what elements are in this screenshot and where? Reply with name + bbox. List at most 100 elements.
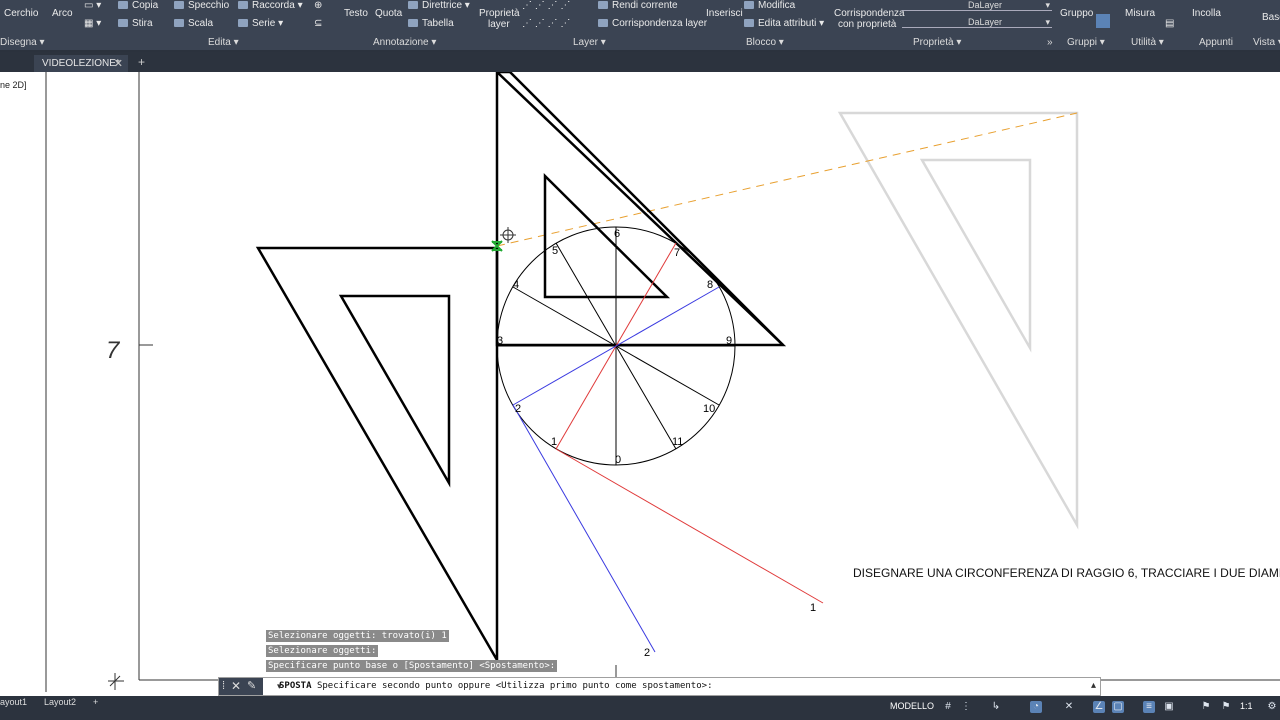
clipboard-panel-label[interactable]: Appunti (1199, 37, 1233, 48)
layer-match-icon (598, 19, 608, 28)
tab-layout1[interactable]: ayout1 (0, 697, 27, 707)
linetype-dropdown[interactable]: DaLayer ▾ (902, 17, 1052, 28)
edit-block-button[interactable]: Modifica (744, 0, 795, 11)
insert-block-tool[interactable]: Inserisci (706, 8, 743, 19)
paste-tool[interactable]: Incolla (1192, 8, 1221, 19)
command-line[interactable]: ⁞ ✕ ✎ ▾ SPOSTA Specificare secondo punto… (218, 677, 1101, 696)
blue-extension (512, 404, 656, 653)
scale-button[interactable]: Scala (174, 18, 213, 29)
draw-panel-label[interactable]: Disegna ▾ (0, 37, 45, 48)
snap-icon[interactable]: ⋮ (960, 701, 972, 713)
command-name: SPOSTA (279, 681, 312, 691)
text-tool[interactable]: Testo (344, 8, 368, 19)
isodraft-icon[interactable]: ✕ (1063, 701, 1075, 713)
number-8: 8 (707, 279, 713, 291)
arc-tool[interactable]: Arco (52, 8, 73, 19)
command-prompt-text: Specificare secondo punto oppure <Utiliz… (316, 681, 713, 691)
infer-icon[interactable]: ↳ (990, 701, 1002, 713)
view-panel-label[interactable]: Vista ▾ (1253, 37, 1280, 48)
number-5: 5 (552, 245, 558, 257)
close-icon[interactable]: ✕ (231, 679, 241, 693)
history-toggle-icon[interactable]: ▴ (1091, 680, 1096, 691)
table-icon (408, 19, 418, 28)
scale-dropdown[interactable]: 1:1 (1240, 701, 1253, 711)
ucs-icon (108, 673, 124, 690)
match-properties-2[interactable]: con proprietà (838, 19, 896, 30)
number-3: 3 (497, 335, 503, 347)
annotation-visibility-icon[interactable]: ⚑ (1200, 701, 1212, 713)
edit-attributes-button[interactable]: Edita attributi ▾ (744, 18, 824, 29)
add-layout-button[interactable]: + (93, 697, 98, 707)
modify-panel-label[interactable]: Edita ▾ (208, 37, 239, 48)
make-current-button[interactable]: Rendi corrente (598, 0, 678, 11)
erase-icon[interactable]: ⊕ (314, 0, 322, 11)
right-square-inner[interactable] (543, 172, 671, 299)
tab-layout2[interactable]: Layout2 (44, 697, 76, 707)
drawing-svg: 7 0 1 2 3 4 5 6 7 8 9 10 11 1 2 DISEGNAR… (45, 69, 1280, 692)
autoscale-icon[interactable]: ⚑ (1220, 701, 1232, 713)
viewport-label[interactable]: ne 2D] (0, 80, 27, 90)
move-cursor-icon (500, 227, 516, 243)
layer-tools-row2[interactable]: ⋰ ⋰ ⋰ ⋰ (522, 18, 570, 29)
layer-panel-label[interactable]: Layer ▾ (573, 37, 606, 48)
number-11: 11 (672, 436, 683, 448)
array-button[interactable]: Serie ▾ (238, 18, 283, 29)
group-tool[interactable]: Gruppo (1060, 8, 1093, 19)
properties-launcher-icon[interactable]: » (1047, 37, 1053, 48)
left-square-outer[interactable] (255, 246, 499, 665)
fillet-button[interactable]: Raccorda ▾ (238, 0, 303, 11)
scale-icon (174, 19, 184, 28)
ribbon: Cerchio Arco ▭ ▾ ▦ ▾ Disegna ▾ Copia Sti… (0, 0, 1280, 52)
lineweight-icon[interactable]: ≡ (1143, 701, 1155, 713)
settings-icon[interactable]: ⚙ (1266, 701, 1278, 713)
edit-block-icon (744, 1, 754, 10)
offset-icon[interactable]: ⊆ (314, 18, 322, 29)
utilities-panel-label[interactable]: Utilità ▾ (1131, 37, 1164, 48)
otrack-icon[interactable]: ▢ (1112, 701, 1124, 713)
leader-button[interactable]: Direttrice ▾ (408, 0, 470, 11)
document-tabbar: VIDEOLEZIONE* ✕ + (0, 52, 1280, 72)
annotation-panel-label[interactable]: Annotazione ▾ (373, 37, 436, 48)
calculator-icon[interactable]: ▤ (1165, 18, 1174, 29)
mirror-icon (174, 1, 184, 10)
group-select-icon[interactable] (1096, 14, 1110, 28)
layer-properties-1[interactable]: Proprietà (479, 8, 520, 19)
base-view-tool[interactable]: Base (1262, 12, 1280, 23)
history-line: Selezionare oggetti: trovato(i) 1 (266, 630, 449, 642)
circle-tool[interactable]: Cerchio (4, 8, 38, 19)
status-bar: ayout1 Layout2 + MODELLO # ⋮ ↳ ◔ ✕ ∠ ▢ ≡… (0, 696, 1280, 720)
osnap-icon[interactable]: ∠ (1093, 701, 1105, 713)
selection-cycling-icon[interactable]: ▣ (1163, 701, 1175, 713)
close-icon[interactable]: ✕ (114, 57, 123, 70)
customize-icon[interactable]: ✎ (247, 679, 256, 692)
measure-tool[interactable]: Misura (1125, 8, 1155, 19)
new-tab-button[interactable]: + (138, 55, 145, 69)
hatch-icon[interactable]: ▦ ▾ (84, 18, 101, 29)
rectangle-icon[interactable]: ▭ ▾ (84, 0, 101, 11)
number-4: 4 (513, 279, 519, 291)
model-space-button[interactable]: MODELLO (890, 701, 934, 711)
stretch-button[interactable]: Stira (118, 18, 153, 29)
command-prompt[interactable]: SPOSTA Specificare secondo punto oppure … (279, 681, 713, 691)
layer-tools-row1[interactable]: ⋰ ⋰ ⋰ ⋰ (522, 0, 570, 11)
drawing-canvas[interactable]: 7 0 1 2 3 4 5 6 7 8 9 10 11 1 2 DISEGNAR… (0, 69, 1280, 692)
layer-properties-2[interactable]: layer (488, 19, 510, 30)
mirror-button[interactable]: Specchio (174, 0, 229, 11)
left-square-inner[interactable] (338, 294, 451, 488)
layer-match-button[interactable]: Corrispondenza layer (598, 18, 707, 29)
history-line: Selezionare oggetti: (266, 645, 379, 657)
ghost-outer-triangle (837, 111, 1079, 530)
match-properties-1[interactable]: Corrispondenza (834, 8, 905, 19)
groups-panel-label[interactable]: Gruppi ▾ (1067, 37, 1105, 48)
left-mark-text: 7 (106, 337, 121, 364)
properties-panel-label[interactable]: Proprietà ▾ (913, 37, 961, 48)
grid-icon[interactable]: # (942, 701, 954, 713)
dimension-tool[interactable]: Quota (375, 8, 402, 19)
table-button[interactable]: Tabella (408, 18, 454, 29)
color-dropdown[interactable]: DaLayer ▾ (902, 0, 1052, 11)
document-tab[interactable]: VIDEOLEZIONE* ✕ (34, 55, 128, 72)
polar-icon[interactable]: ◔ (1030, 701, 1042, 713)
copy-button[interactable]: Copia (118, 0, 158, 11)
block-panel-label[interactable]: Blocco ▾ (746, 37, 784, 48)
grip-icon[interactable]: ⁞ (222, 680, 225, 692)
